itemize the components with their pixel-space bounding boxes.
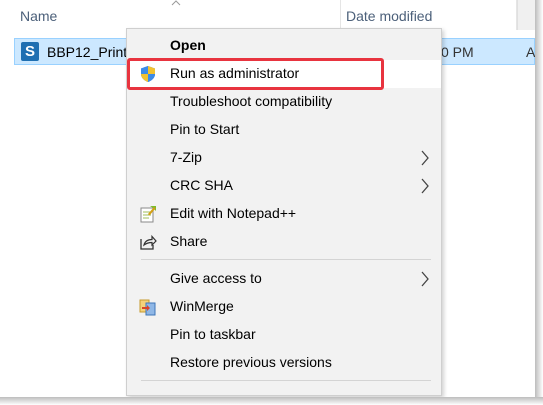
menu-separator [141,380,431,381]
notepad-plus-plus-icon [140,206,156,223]
menu-item-label: Share [170,233,208,249]
menu-item-label: Restore previous versions [170,354,332,370]
menu-item-pin-to-start[interactable]: Pin to Start [127,116,441,144]
chevron-right-icon [421,271,429,287]
menu-item-7-zip[interactable]: 7-Zip [127,144,441,172]
menu-item-winmerge[interactable]: WinMerge [127,293,441,321]
menu-item-open[interactable]: Open [127,32,441,60]
column-header-name[interactable]: Name [20,8,57,24]
menu-item-label: WinMerge [170,298,234,314]
menu-item-restore-previous-versions[interactable]: Restore previous versions [127,349,441,377]
column-header-date-modified[interactable]: Date modified [346,8,432,24]
menu-separator [141,259,431,260]
menu-item-pin-to-taskbar[interactable]: Pin to taskbar [127,321,441,349]
highlight-annotation-box [127,58,384,90]
menu-item-label: CRC SHA [170,177,234,193]
vertical-scrollbar[interactable] [517,0,536,30]
menu-item-edit-with-notepad-plus-plus[interactable]: Edit with Notepad++ [127,200,441,228]
menu-item-label: Troubleshoot compatibility [170,93,333,109]
file-type: A [526,44,536,60]
menu-item-label: Edit with Notepad++ [170,205,297,221]
menu-item-label: Give access to [170,270,262,286]
column-header-bar: Name Date modified [0,0,536,30]
file-name: BBP12_Print [47,44,128,60]
menu-item-troubleshoot-compatibility[interactable]: Troubleshoot compatibility [127,88,441,116]
menu-item-label: 7-Zip [170,149,202,165]
menu-item-share[interactable]: Share [127,228,441,256]
share-icon [140,234,157,250]
chevron-right-icon [421,178,429,194]
menu-item-give-access-to[interactable]: Give access to [127,265,441,293]
file-date-modified: 0 PM [441,44,474,60]
menu-item-label: Pin to Start [170,121,240,137]
sort-caret-icon [171,0,181,6]
application-file-icon: S [21,42,39,61]
chevron-right-icon [421,150,429,166]
column-divider[interactable] [340,0,341,30]
winmerge-icon [139,299,156,316]
window-shadow [535,0,543,405]
menu-item-label: Pin to taskbar [170,326,256,342]
menu-item-label: Open [170,37,206,53]
window-shadow [0,397,543,405]
menu-item-crc-sha[interactable]: CRC SHA [127,172,441,200]
